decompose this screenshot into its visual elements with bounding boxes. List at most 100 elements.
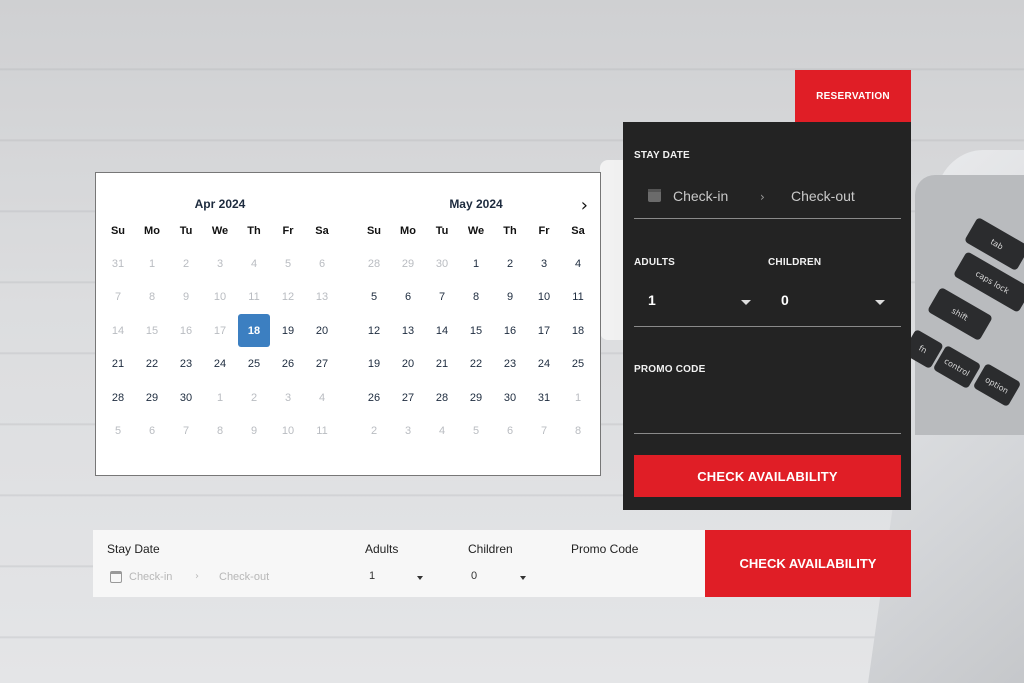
weekday-label: Sa <box>571 225 585 237</box>
calendar-day[interactable]: 27 <box>391 381 425 414</box>
calendar-day: 4 <box>438 425 446 438</box>
calendar-day: 2 <box>182 257 190 270</box>
weekday-label: Fr <box>538 225 550 237</box>
caret-down-icon[interactable] <box>520 576 526 580</box>
adults-select[interactable]: 1 <box>648 292 656 308</box>
calendar-day[interactable]: 9 <box>493 281 527 314</box>
calendar-day[interactable]: 7 <box>425 281 459 314</box>
reservation-panel: STAY DATE Check-in › Check-out ADULTS CH… <box>623 122 911 510</box>
calendar-icon <box>110 571 122 583</box>
calendar-day[interactable]: 11 <box>561 281 595 314</box>
calendar-day[interactable]: 12 <box>357 314 391 347</box>
check-availability-button[interactable]: CHECK AVAILABILITY <box>705 530 911 597</box>
calendar-day[interactable]: 29 <box>459 381 493 414</box>
calendar-day[interactable]: 30 <box>169 381 203 414</box>
calendar-day[interactable]: 22 <box>459 348 493 381</box>
calendar-day[interactable]: 1 <box>459 247 493 280</box>
weekday-label: Sa <box>315 225 329 237</box>
calendar-day[interactable]: 28 <box>101 381 135 414</box>
children-label: CHILDREN <box>768 257 822 268</box>
calendar-day[interactable]: 13 <box>391 314 425 347</box>
weekday-label: Su <box>366 225 382 237</box>
calendar-day[interactable]: 16 <box>493 314 527 347</box>
calendar-day[interactable]: 18 <box>561 314 595 347</box>
day-grid: 31 1 2 3 4 5 6 7 8 9 10 11 12 13 14 15 16 17 18 19 20 21 22 23 2… <box>101 247 339 448</box>
calendar-day: 5 <box>284 257 292 270</box>
calendar-day: 1 <box>216 391 224 404</box>
chevron-separator-icon: › <box>760 190 765 204</box>
calendar-day: 30 <box>435 257 449 270</box>
weekday-label: Tu <box>435 225 449 237</box>
calendar-day[interactable]: 24 <box>203 348 237 381</box>
calendar-day[interactable]: 10 <box>527 281 561 314</box>
calendar-day[interactable]: 20 <box>305 314 339 347</box>
calendar-day[interactable]: 3 <box>527 247 561 280</box>
calendar-day: 8 <box>216 425 224 438</box>
children-select[interactable]: 0 <box>471 570 477 582</box>
calendar-day[interactable]: 25 <box>237 348 271 381</box>
calendar-day[interactable]: 30 <box>493 381 527 414</box>
adults-select[interactable]: 1 <box>369 570 375 582</box>
children-select[interactable]: 0 <box>781 292 789 308</box>
calendar-day[interactable]: 29 <box>135 381 169 414</box>
calendar-day[interactable]: 20 <box>391 348 425 381</box>
calendar-day: 7 <box>182 425 190 438</box>
calendar-day[interactable]: 31 <box>527 381 561 414</box>
weekday-header: Su Mo Tu We Th Fr Sa <box>101 225 339 247</box>
chevron-right-icon[interactable]: › <box>581 195 588 216</box>
calendar-day[interactable]: 21 <box>101 348 135 381</box>
calendar-day[interactable]: 14 <box>425 314 459 347</box>
calendar-day[interactable]: 17 <box>527 314 561 347</box>
calendar-day[interactable]: 19 <box>357 348 391 381</box>
calendar-day[interactable]: 6 <box>391 281 425 314</box>
calendar-day[interactable]: 26 <box>357 381 391 414</box>
calendar-day: 4 <box>318 391 326 404</box>
calendar-day: 7 <box>540 425 548 438</box>
promo-code-label: Promo Code <box>571 542 639 556</box>
calendar-day[interactable]: 15 <box>459 314 493 347</box>
promo-code-input[interactable] <box>634 433 901 434</box>
calendar-day: 3 <box>216 257 224 270</box>
month-may: May 2024 Su Mo Tu We Th Fr Sa 28 29 30 1 2 3 4 5 6 7 8 9 1… <box>357 197 595 448</box>
reservation-tab[interactable]: RESERVATION <box>795 70 911 122</box>
calendar-day[interactable]: 28 <box>425 381 459 414</box>
selected-day[interactable]: 18 <box>238 314 270 348</box>
week-row: 28 29 30 1 2 3 4 <box>357 247 595 281</box>
calendar-day[interactable]: 23 <box>169 348 203 381</box>
month-title: May 2024 <box>449 197 503 211</box>
week-row: 21 22 23 24 25 26 27 <box>101 348 339 382</box>
weekday-label: We <box>211 225 229 237</box>
calendar-day: 15 <box>145 324 159 337</box>
divider <box>634 218 901 219</box>
check-availability-button[interactable]: CHECK AVAILABILITY <box>634 455 901 497</box>
calendar-day: 12 <box>281 291 295 304</box>
checkin-input[interactable]: Check-in <box>673 188 728 204</box>
week-row: 5 6 7 8 9 10 11 <box>357 281 595 315</box>
caret-down-icon[interactable] <box>875 300 885 305</box>
calendar-day[interactable]: 27 <box>305 348 339 381</box>
week-row: 5 6 7 8 9 10 11 <box>101 415 339 449</box>
calendar-day[interactable]: 23 <box>493 348 527 381</box>
caret-down-icon[interactable] <box>741 300 751 305</box>
calendar-day[interactable]: 24 <box>527 348 561 381</box>
date-picker: Apr 2024 Su Mo Tu We Th Fr Sa 31 1 2 3 4 5 6 7 8 9 10 11 1… <box>95 172 601 476</box>
calendar-day[interactable]: 21 <box>425 348 459 381</box>
checkin-input[interactable]: Check-in <box>129 571 172 583</box>
caret-down-icon[interactable] <box>417 576 423 580</box>
calendar-day[interactable]: 22 <box>135 348 169 381</box>
calendar-day[interactable]: 25 <box>561 348 595 381</box>
calendar-day[interactable]: 26 <box>271 348 305 381</box>
calendar-day: 28 <box>367 257 381 270</box>
weekday-label: Su <box>110 225 126 237</box>
checkout-input[interactable]: Check-out <box>791 188 855 204</box>
calendar-day[interactable]: 19 <box>271 314 305 347</box>
week-row: 28 29 30 1 2 3 4 <box>101 381 339 415</box>
calendar-day[interactable]: 5 <box>357 281 391 314</box>
calendar-day: 2 <box>250 391 258 404</box>
calendar-day[interactable]: 2 <box>493 247 527 280</box>
checkout-input[interactable]: Check-out <box>219 571 269 583</box>
calendar-day: 9 <box>182 291 190 304</box>
calendar-day[interactable]: 4 <box>561 247 595 280</box>
calendar-day: 17 <box>213 324 227 337</box>
calendar-day[interactable]: 8 <box>459 281 493 314</box>
